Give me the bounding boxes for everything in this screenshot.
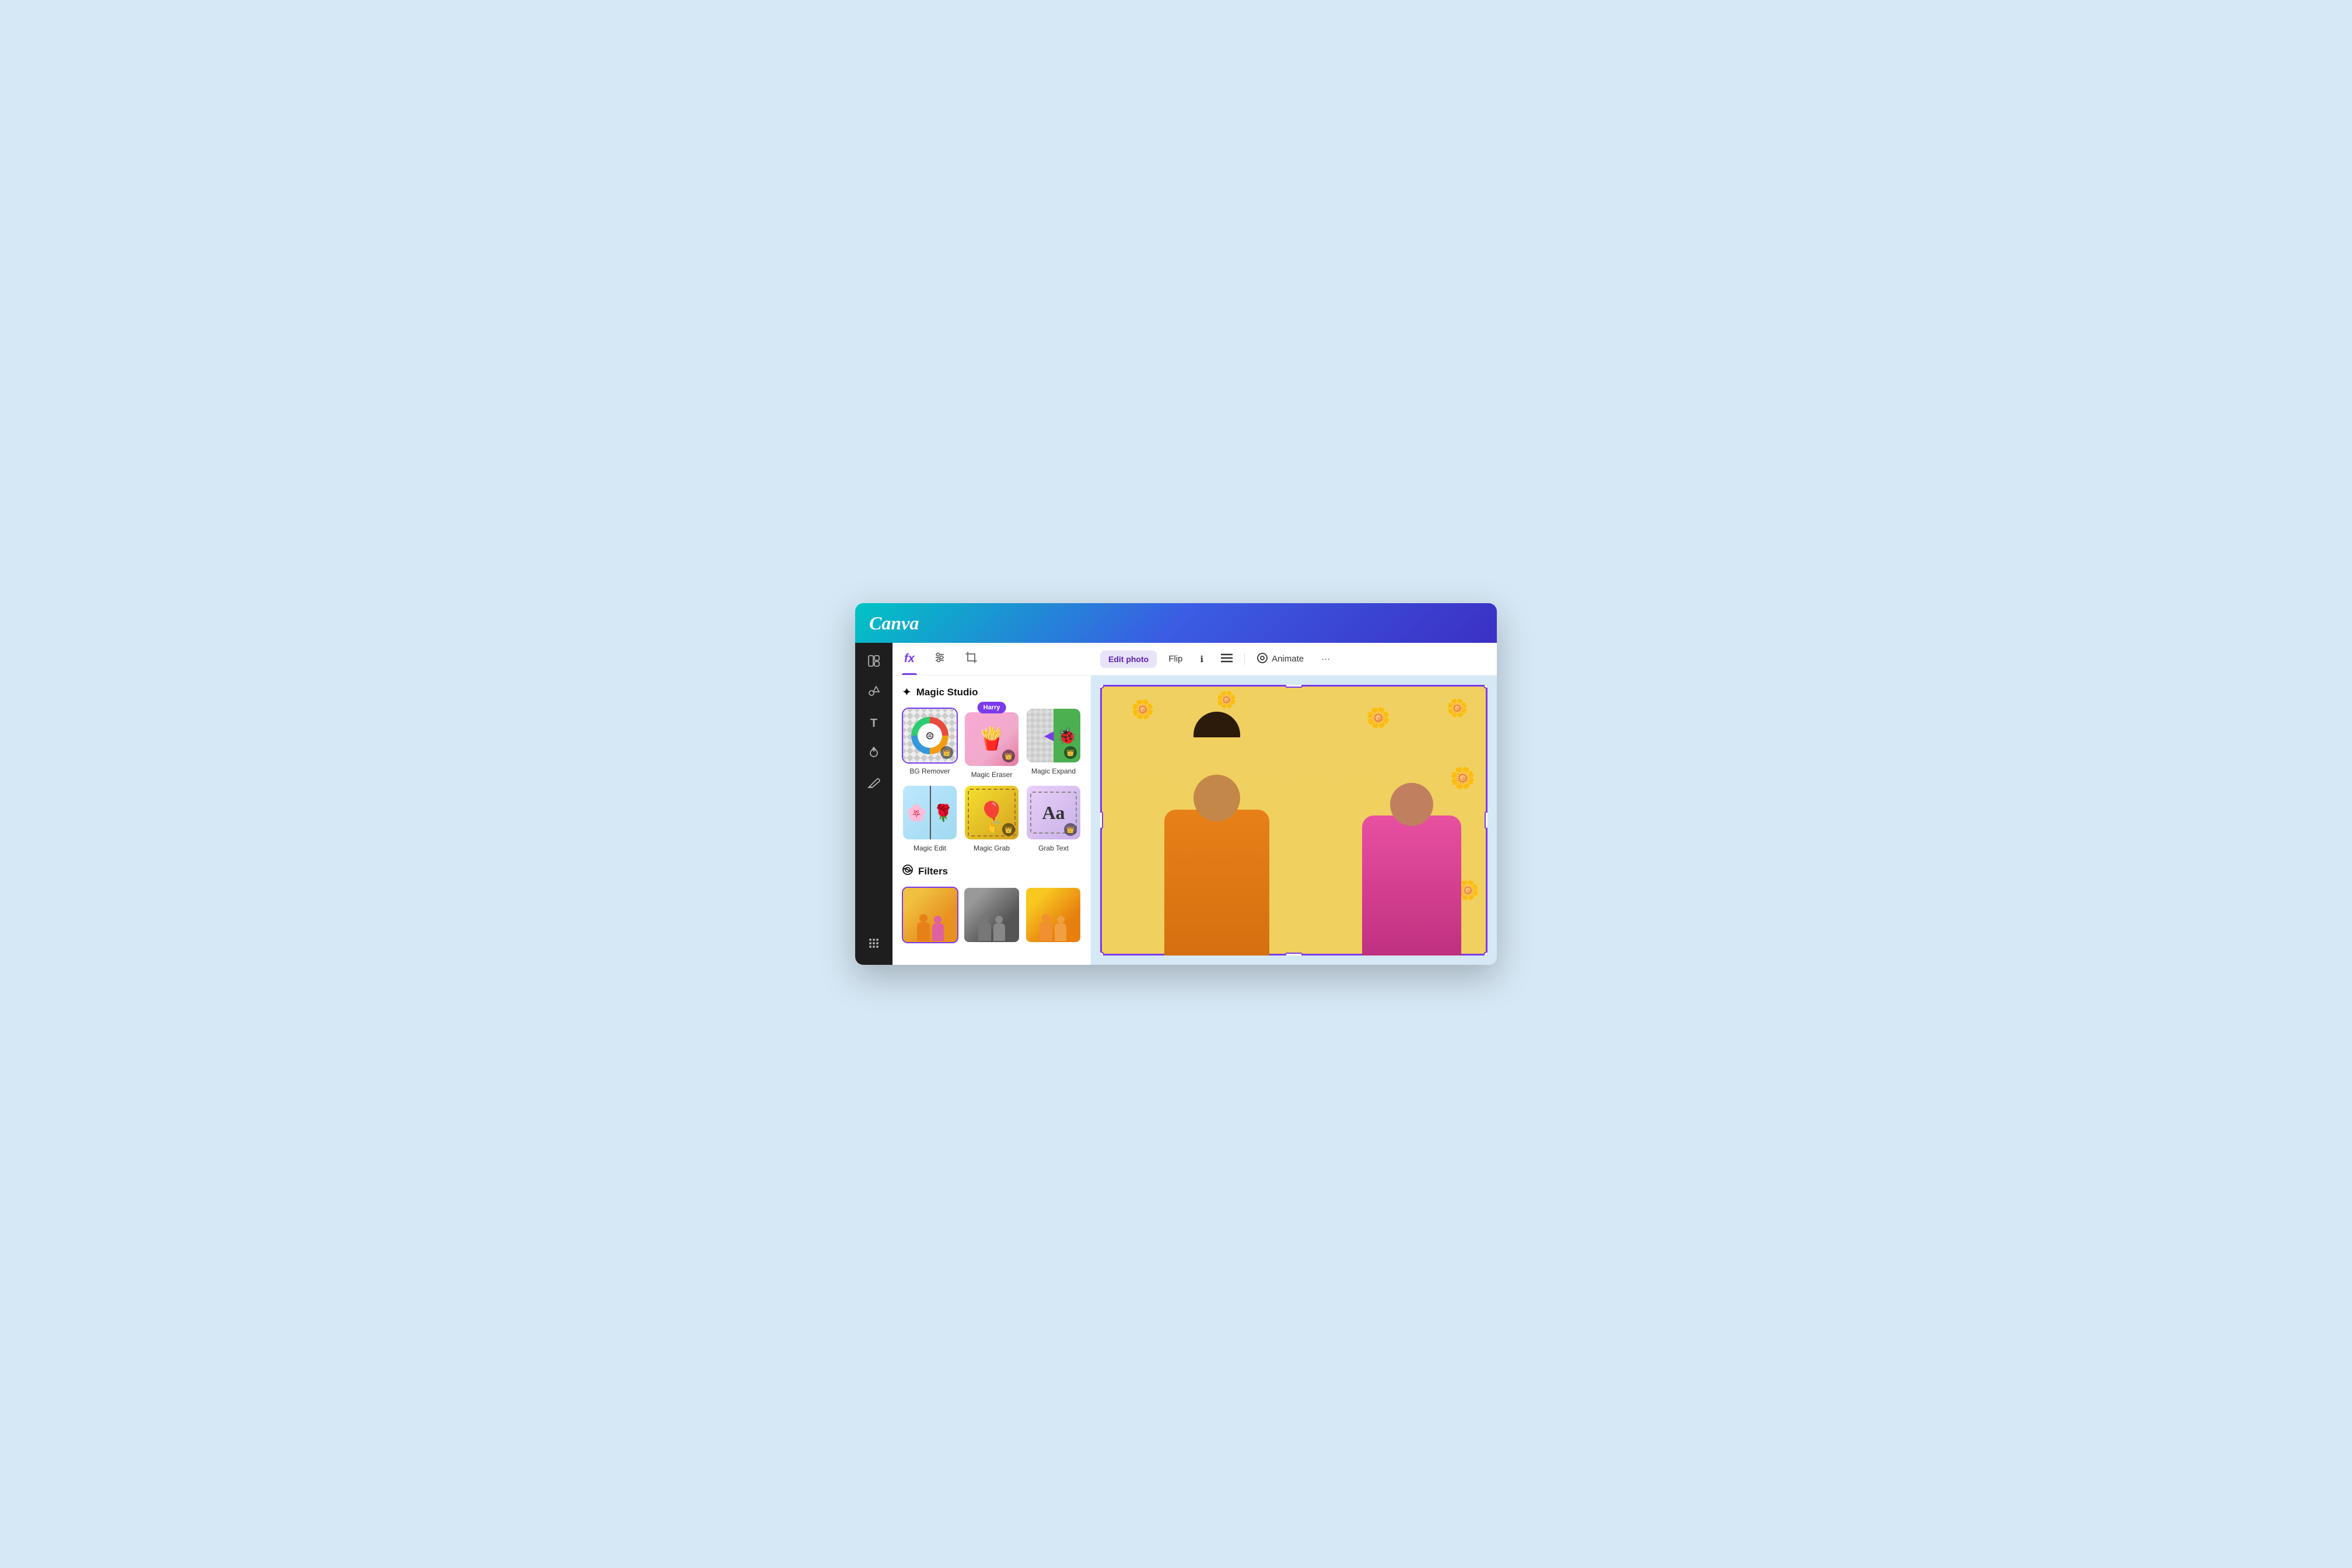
panel-tabs: fx	[892, 643, 1091, 676]
handle-top[interactable]	[1285, 685, 1303, 688]
toolbar-divider	[1244, 653, 1245, 665]
handle-br[interactable]	[1483, 951, 1488, 956]
handle-bottom[interactable]	[1285, 953, 1303, 956]
menu-button[interactable]	[1215, 650, 1238, 668]
layout-icon	[867, 654, 880, 671]
filters-icon	[902, 864, 914, 878]
filters-title: Filters	[918, 866, 948, 877]
filter-mono[interactable]	[963, 887, 1020, 943]
tab-effects[interactable]: fx	[902, 643, 917, 675]
more-button[interactable]: ···	[1315, 650, 1336, 667]
magic-grab-label: Magic Grab	[974, 844, 1010, 852]
text-icon: T	[870, 717, 877, 730]
bg-remover-crown: 👑	[940, 746, 953, 759]
tool-bg-remover[interactable]: ⊜ 👑 BG Remover	[902, 708, 958, 779]
magic-studio-title: Magic Studio	[916, 687, 978, 698]
bg-remover-label: BG Remover	[909, 767, 950, 775]
magic-studio-header: ✦ Magic Studio	[902, 685, 1082, 699]
photo-content: 🌼 🌼 🌼 🌼 🌼 🌼	[1100, 685, 1488, 956]
animate-icon	[1256, 652, 1268, 666]
edit-photo-button[interactable]: Edit photo	[1100, 650, 1157, 668]
magic-eraser-thumb[interactable]: 🍟 👑	[964, 711, 1020, 767]
panel: fx	[892, 643, 1091, 965]
tool-magic-eraser[interactable]: Harry 🍟 👑 Magic Eraser	[964, 708, 1020, 779]
sidebar-item-layout[interactable]	[861, 650, 887, 676]
magic-edit-thumb[interactable]: 🌸 🌹	[902, 785, 958, 841]
canvas-toolbar: Edit photo Flip ℹ	[1091, 643, 1497, 676]
tab-crop[interactable]	[963, 643, 980, 675]
magic-expand-thumb[interactable]: 🐞 ◀ 👑	[1026, 708, 1082, 764]
info-button[interactable]: ℹ	[1194, 650, 1209, 668]
sidebar-item-draw[interactable]	[861, 771, 887, 797]
filter-grid	[902, 887, 1082, 943]
magic-edit-label: Magic Edit	[914, 844, 946, 852]
more-icon: ···	[1321, 654, 1330, 664]
sidebar-item-upload[interactable]	[861, 741, 887, 766]
sidebar-item-apps[interactable]	[861, 932, 887, 958]
menu-icon	[1221, 653, 1233, 665]
effects-tab-label: fx	[904, 652, 915, 666]
handle-left[interactable]	[1100, 811, 1103, 829]
main-content: T	[855, 643, 1497, 965]
canvas-area: Edit photo Flip ℹ	[1091, 643, 1497, 965]
bg-remover-thumb[interactable]: ⊜ 👑	[902, 708, 958, 764]
crop-icon	[965, 651, 978, 667]
magic-studio-grid: ⊜ 👑 BG Remover Harry	[902, 708, 1082, 852]
grab-text-crown: 👑	[1064, 823, 1077, 836]
flip-button[interactable]: Flip	[1163, 650, 1188, 667]
app-window: Canva	[855, 603, 1497, 965]
grab-text-label: Grab Text	[1038, 844, 1069, 852]
filter-warm[interactable]	[1025, 887, 1082, 943]
apps-icon	[867, 937, 880, 953]
photo-frame: 🌼 🌼 🌼 🌼 🌼 🌼	[1100, 685, 1488, 956]
tool-grab-text[interactable]: Aa 👑 Grab Text	[1026, 785, 1082, 852]
elements-icon	[867, 685, 880, 701]
magic-eraser-label: Magic Eraser	[971, 771, 1013, 779]
upload-icon	[867, 746, 880, 762]
adjust-icon	[933, 651, 946, 667]
info-icon: ℹ	[1200, 654, 1203, 664]
sidebar-item-elements[interactable]	[861, 680, 887, 706]
expand-crown: 👑	[1064, 746, 1077, 759]
sidebar-item-text[interactable]: T	[861, 710, 887, 736]
filter-original[interactable]	[902, 887, 958, 943]
tool-magic-edit[interactable]: 🌸 🌹 Magic Edit	[902, 785, 958, 852]
magic-grab-thumb[interactable]: 🎈 👆 👑	[964, 785, 1020, 841]
tool-magic-expand[interactable]: 🐞 ◀ 👑 Magic Expand	[1026, 708, 1082, 779]
title-bar: Canva	[855, 603, 1497, 643]
filters-section: Filters	[902, 864, 1082, 943]
tab-adjust[interactable]	[931, 643, 949, 675]
draw-icon	[867, 776, 880, 792]
magic-expand-label: Magic Expand	[1031, 767, 1076, 775]
canva-logo: Canva	[869, 612, 919, 634]
magic-star-icon: ✦	[902, 685, 912, 699]
sidebar: T	[855, 643, 892, 965]
panel-content: ✦ Magic Studio ⊜ 👑	[892, 676, 1091, 965]
tool-magic-grab[interactable]: 🎈 👆 👑 Magic Grab	[964, 785, 1020, 852]
grab-text-thumb[interactable]: Aa 👑	[1026, 785, 1082, 841]
grab-crown: 👑	[1002, 823, 1015, 836]
handle-right[interactable]	[1485, 811, 1488, 829]
animate-label: Animate	[1272, 654, 1304, 664]
animate-button[interactable]: Animate	[1251, 649, 1310, 670]
filters-header: Filters	[902, 864, 1082, 878]
canvas-viewport: 🌼 🌼 🌼 🌼 🌼 🌼	[1091, 676, 1497, 965]
